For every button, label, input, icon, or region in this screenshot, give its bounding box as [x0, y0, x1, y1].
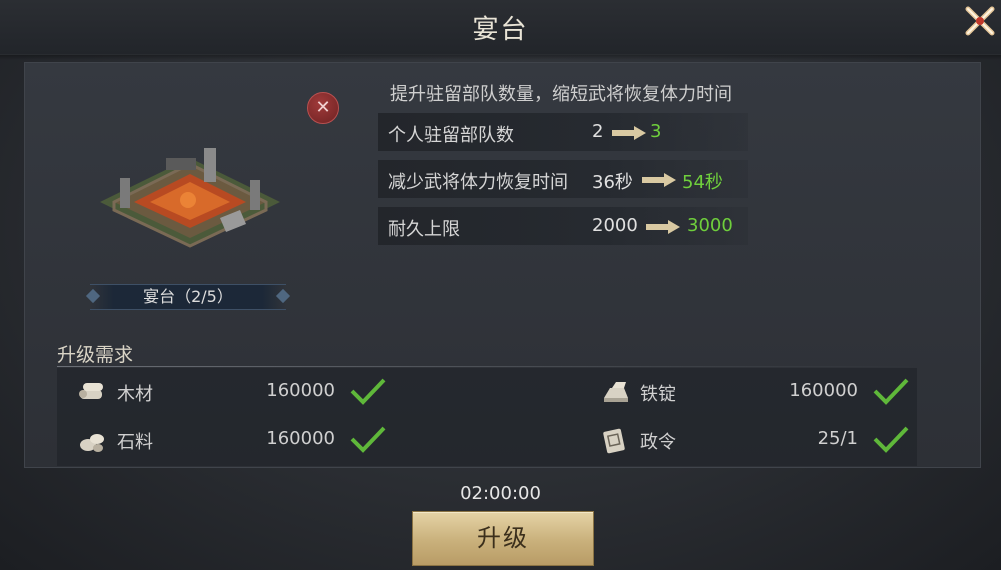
banquet-platform-image: [100, 148, 280, 248]
requirement-item-iron: 铁锭 160000: [600, 378, 920, 408]
checkmark-icon: [873, 426, 909, 453]
stat-label: 减少武将体力恢复时间: [388, 172, 568, 193]
requirement-amount: 160000: [266, 428, 335, 449]
requirement-amount: 160000: [266, 380, 335, 401]
stat-label: 个人驻留部队数: [388, 125, 514, 146]
stat-next-value: 54秒: [682, 172, 723, 193]
upgrade-button[interactable]: 升级: [412, 511, 594, 566]
arrow-right-icon: [612, 126, 646, 140]
checkmark-icon: [350, 378, 386, 405]
stone-icon: [80, 434, 104, 452]
iron-ingot-icon: [604, 382, 628, 402]
wood-icon: [79, 383, 103, 399]
stat-current-value: 36秒: [592, 172, 633, 193]
requirement-amount: 160000: [789, 380, 858, 401]
stat-row: 减少武将体力恢复时间 36秒 54秒: [378, 160, 748, 198]
cancel-button[interactable]: ✕: [307, 92, 339, 124]
close-button[interactable]: [963, 4, 997, 38]
title-bar: 宴台: [0, 0, 1001, 60]
upgrade-description: 提升驻留部队数量，缩短武将恢复体力时间: [390, 84, 732, 105]
requirement-item-stone: 石料 160000: [77, 426, 397, 456]
arrow-right-icon: [646, 220, 680, 234]
page-title: 宴台: [472, 15, 529, 45]
checkmark-icon: [873, 378, 909, 405]
stat-label: 耐久上限: [388, 219, 460, 240]
upgrade-timer: 02:00:00: [460, 483, 541, 504]
stat-current-value: 2: [592, 121, 604, 142]
building-name-label: 宴台（2/5）: [143, 287, 233, 306]
requirement-name: 政令: [640, 432, 676, 453]
building-name-plate: 宴台（2/5）: [85, 284, 291, 310]
arrow-right-icon: [642, 173, 676, 187]
stat-next-value: 3000: [687, 215, 733, 236]
close-icon: [965, 6, 995, 36]
requirement-item-decree: 政令 25/1: [600, 426, 920, 456]
requirement-name: 石料: [117, 432, 153, 453]
requirements-title: 升级需求: [57, 344, 134, 366]
stat-row: 个人驻留部队数 2 3: [378, 113, 748, 151]
requirement-item-wood: 木材 160000: [77, 378, 397, 408]
stat-current-value: 2000: [592, 215, 638, 236]
requirement-name: 木材: [117, 384, 153, 405]
requirement-name: 铁锭: [640, 384, 676, 405]
requirement-amount: 25/1: [817, 428, 858, 449]
stat-next-value: 3: [650, 121, 662, 142]
stat-row: 耐久上限 2000 3000: [378, 207, 748, 245]
close-icon: ✕: [315, 97, 331, 118]
divider: [57, 366, 917, 367]
checkmark-icon: [350, 426, 386, 453]
decree-icon: [603, 428, 625, 454]
